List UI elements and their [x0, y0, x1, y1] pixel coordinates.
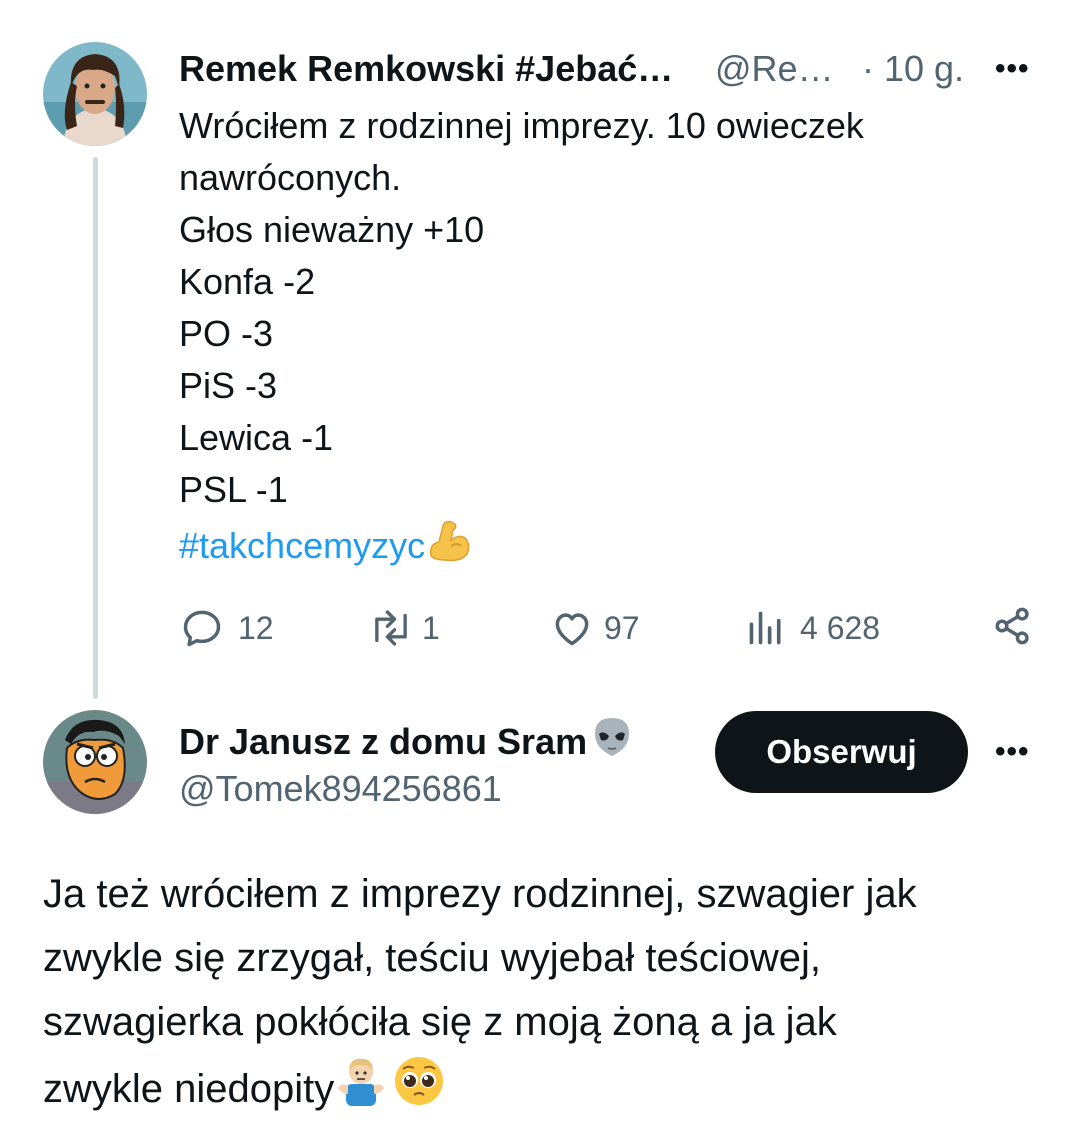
flexed-biceps-emoji-icon — [425, 516, 473, 578]
repost-icon — [375, 610, 407, 646]
reply-icon — [183, 610, 221, 647]
like-count: 97 — [604, 609, 640, 646]
reply-count: 12 — [238, 609, 274, 646]
more-options-icon[interactable]: ••• — [995, 52, 1030, 86]
reply-body-line: Ja też wróciłem z imprezy rodzinnej, szw… — [43, 872, 917, 916]
reply-author-name-row[interactable]: Dr Janusz z domu Sram — [179, 714, 635, 770]
alien-emoji-icon — [589, 714, 635, 770]
reply-more-options-icon[interactable]: ••• — [995, 735, 1030, 769]
tweet-body-line: PO -3 — [179, 313, 274, 354]
views-icon — [749, 611, 781, 645]
author-avatar[interactable] — [43, 42, 147, 146]
tweet-body-line: Głos nieważny +10 — [179, 209, 485, 250]
views-count: 4 628 — [800, 609, 881, 646]
hashtag-link[interactable]: #takchcemyzyc — [179, 525, 425, 566]
tweet-body-line: PiS -3 — [179, 365, 278, 406]
hashtag-line: #takchcemyzyc — [179, 516, 473, 578]
tweet-body-line: Lewica -1 — [179, 417, 334, 458]
follow-button[interactable]: Obserwuj — [715, 711, 968, 793]
reply-author-handle[interactable]: @Tomek894256861 — [179, 767, 502, 811]
reply-body-line: zwykle się zrzygał, teściu wyjebał teści… — [43, 936, 822, 980]
author-name[interactable]: Remek Remkowski #Jebać… — [179, 47, 673, 91]
tweet-body-line: PSL -1 — [179, 469, 288, 510]
repost-count: 1 — [422, 609, 440, 646]
reply-author-name[interactable]: Dr Janusz z domu Sram — [179, 721, 587, 762]
repost-action[interactable]: 1 — [368, 606, 440, 650]
tweet-body-line: nawróconych. — [179, 157, 402, 198]
share-icon[interactable] — [991, 604, 1035, 653]
author-handle[interactable]: @Re… — [715, 47, 834, 91]
reply-action[interactable]: 12 — [180, 606, 274, 650]
like-action[interactable]: 97 — [550, 606, 640, 650]
man-shrugging-emoji-icon — [334, 1054, 388, 1127]
reply-body-line: szwagierka pokłóciła się z moją żoną a j… — [43, 1000, 837, 1044]
tweet-timestamp[interactable]: · 10 g. — [862, 47, 964, 91]
reply-author-avatar[interactable] — [43, 710, 147, 814]
pleading-face-emoji-icon — [392, 1054, 446, 1127]
thread-connector-line — [93, 157, 98, 699]
views-action[interactable]: 4 628 — [746, 606, 880, 650]
reply-last-line: zwykle niedopity — [43, 1054, 446, 1127]
tweet-body-line: Wróciłem z rodzinnej imprezy. 10 owiecze… — [179, 105, 864, 146]
heart-icon — [555, 613, 589, 646]
reply-body-line: zwykle niedopity — [43, 1067, 335, 1111]
tweet-body-line: Konfa -2 — [179, 261, 316, 302]
